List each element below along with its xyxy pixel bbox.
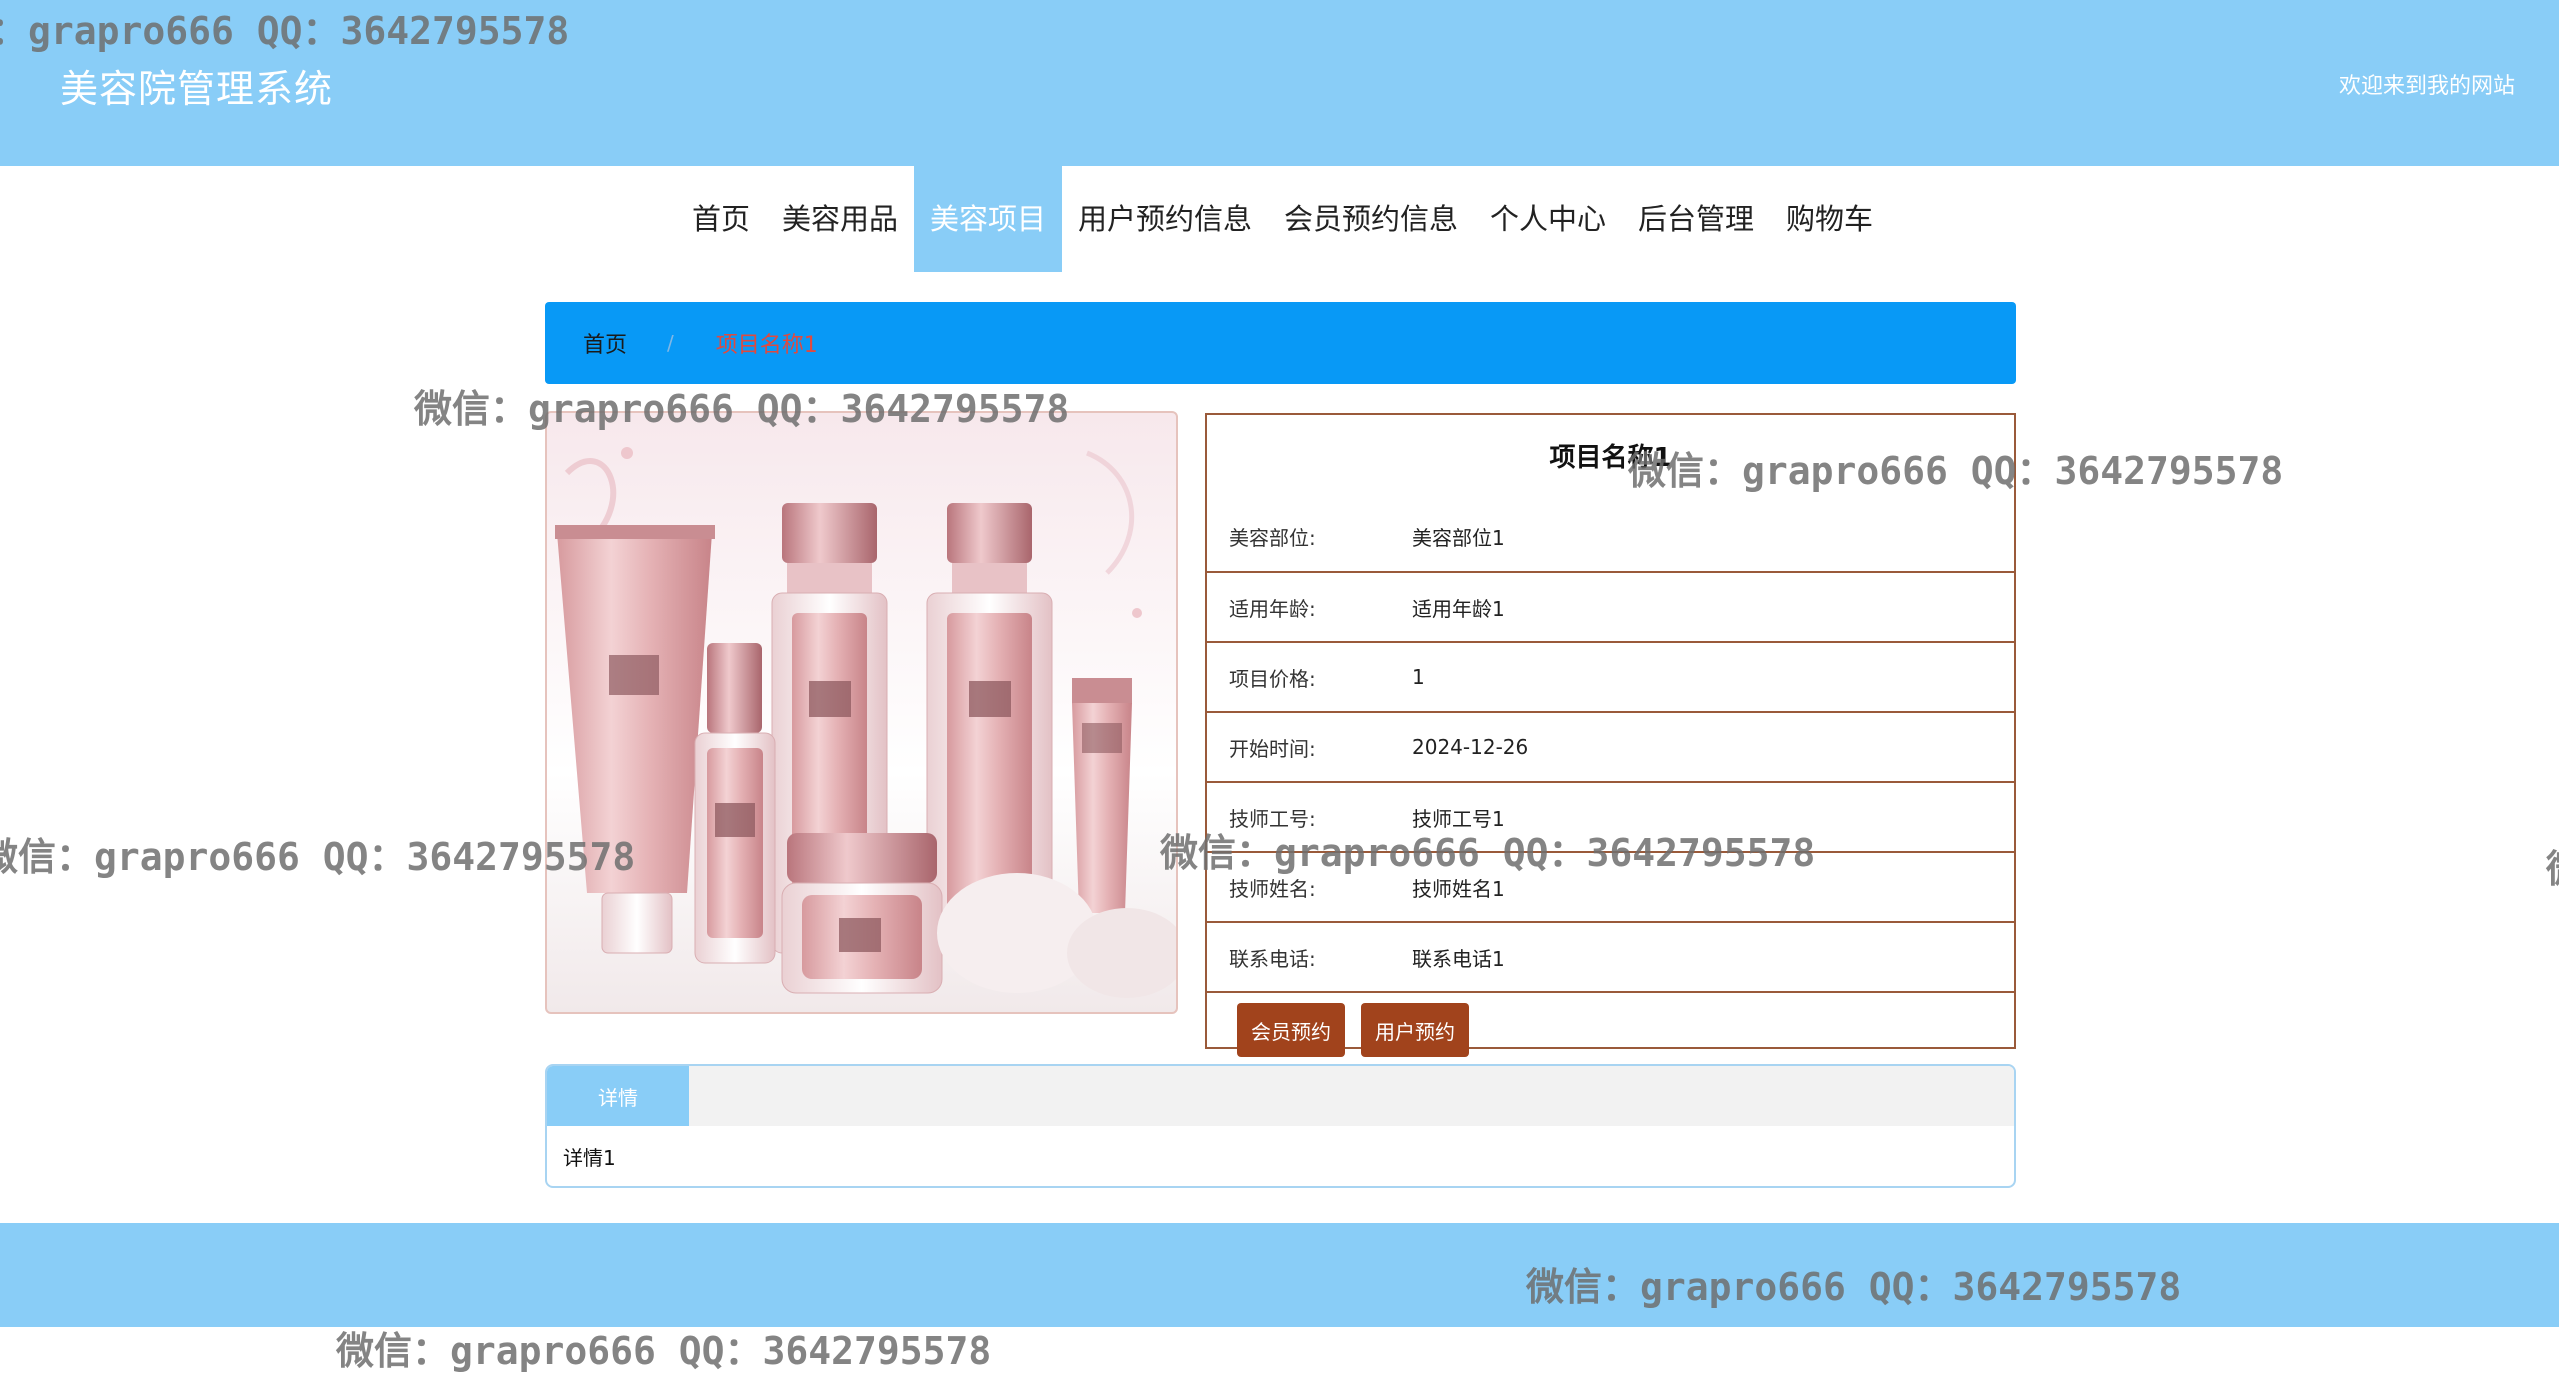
nav-item-home[interactable]: 首页 <box>676 166 766 272</box>
info-row-start-time: 开始时间: 2024-12-26 <box>1207 711 2014 781</box>
site-footer <box>0 1223 2559 1327</box>
info-value: 美容部位1 <box>1412 525 1505 550</box>
breadcrumb-current: 项目名称1 <box>715 333 818 358</box>
details-tabs: 详情 详情1 <box>545 1064 2016 1188</box>
info-value: 技师工号1 <box>1412 806 1505 831</box>
member-booking-button[interactable]: 会员预约 <box>1237 1003 1345 1057</box>
info-value: 1 <box>1412 665 1425 689</box>
nav-item-admin[interactable]: 后台管理 <box>1622 166 1770 272</box>
watermark: 微信：grapro666 QQ：3642795578 <box>0 835 636 879</box>
site-title: 美容院管理系统 <box>60 67 334 111</box>
info-value: 适用年龄1 <box>1412 596 1505 621</box>
info-label: 开始时间: <box>1229 736 1316 761</box>
nav-item-personal-center[interactable]: 个人中心 <box>1474 166 1622 272</box>
cosmetics-illustration <box>555 447 1176 998</box>
info-label: 技师工号: <box>1229 806 1316 831</box>
breadcrumb-home-link[interactable]: 首页 <box>583 327 627 359</box>
watermark: 微 <box>2546 838 2559 893</box>
welcome-text: 欢迎来到我的网站 <box>2338 74 2515 99</box>
booking-actions: 会员预约 用户预约 <box>1207 991 2014 1067</box>
info-row-price: 项目价格: 1 <box>1207 641 2014 711</box>
site-header: 美容院管理系统 欢迎来到我的网站 <box>0 0 2559 166</box>
info-value: 联系电话1 <box>1412 946 1505 971</box>
breadcrumb: 首页 / 项目名称1 <box>545 302 2016 384</box>
info-row-tech-name: 技师姓名: 技师姓名1 <box>1207 851 2014 921</box>
info-row-phone: 联系电话: 联系电话1 <box>1207 921 2014 991</box>
tab-details[interactable]: 详情 <box>547 1066 689 1126</box>
info-row-age: 适用年龄: 适用年龄1 <box>1207 571 2014 641</box>
info-label: 适用年龄: <box>1229 596 1316 621</box>
info-value: 技师姓名1 <box>1412 876 1505 901</box>
nav-item-beauty-products[interactable]: 美容用品 <box>766 166 914 272</box>
nav-item-member-bookings[interactable]: 会员预约信息 <box>1268 166 1474 272</box>
breadcrumb-separator: / <box>667 331 674 355</box>
product-title: 项目名称1 <box>1549 443 1672 473</box>
tab-content: 详情1 <box>563 1146 616 1170</box>
info-label: 技师姓名: <box>1229 876 1316 901</box>
info-row-body-part: 美容部位: 美容部位1 <box>1207 501 2014 571</box>
main-nav: 首页 美容用品 美容项目 用户预约信息 会员预约信息 个人中心 后台管理 购物车 <box>0 166 2559 272</box>
info-value: 2024-12-26 <box>1412 735 1529 759</box>
nav-item-cart[interactable]: 购物车 <box>1770 166 1889 272</box>
nav-item-user-bookings[interactable]: 用户预约信息 <box>1062 166 1268 272</box>
info-row-tech-id: 技师工号: 技师工号1 <box>1207 781 2014 851</box>
info-label: 美容部位: <box>1229 525 1316 550</box>
nav-item-beauty-projects[interactable]: 美容项目 <box>913 166 1062 272</box>
product-image <box>545 411 1178 1014</box>
product-info-table: 项目名称1 美容部位: 美容部位1 适用年龄: 适用年龄1 项目价格: 1 开始… <box>1205 413 2016 1057</box>
info-label: 联系电话: <box>1229 946 1316 971</box>
watermark: 微信：grapro666 QQ：3642795578 <box>336 1329 992 1373</box>
tab-bar: 详情 <box>547 1066 2014 1126</box>
user-booking-button[interactable]: 用户预约 <box>1361 1003 1469 1057</box>
info-label: 项目价格: <box>1229 666 1316 691</box>
